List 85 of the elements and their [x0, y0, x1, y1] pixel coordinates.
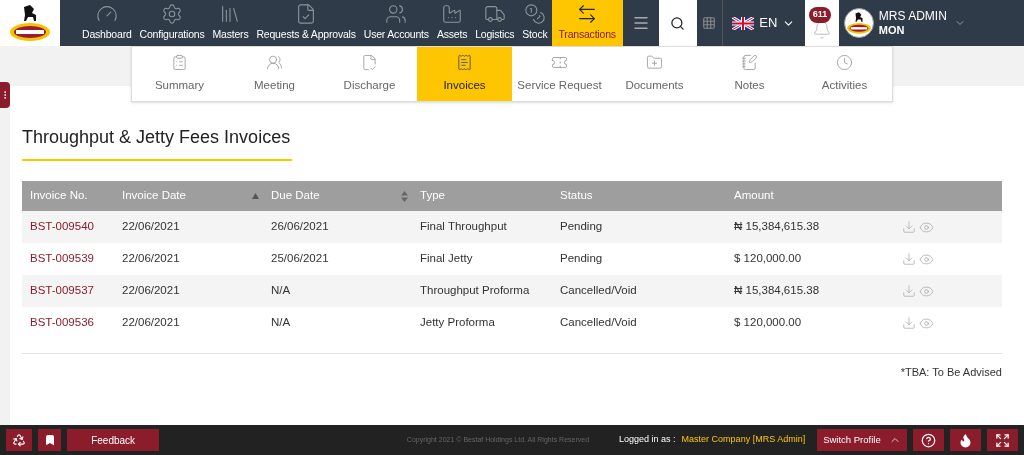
flame-button[interactable] [949, 429, 981, 451]
people-icon [266, 53, 283, 71]
document-icon [361, 53, 378, 71]
search-button[interactable] [658, 0, 697, 46]
help-button[interactable] [912, 429, 944, 451]
logo-icon [8, 3, 52, 43]
switch-profile-button[interactable]: Switch Profile [817, 429, 907, 451]
bookmark-icon [43, 434, 56, 446]
table-cell: N/A [271, 316, 291, 329]
user-name: MRS ADMIN [878, 9, 947, 24]
table-cell: 22/06/2021 [122, 316, 180, 329]
table-cell: Pending [560, 252, 603, 265]
table-cell: Cancelled/Void [560, 284, 637, 297]
table-cell: ₦ 15,384,615.38 [734, 220, 820, 233]
nav-tab[interactable]: Dashboard [78, 0, 136, 46]
nav-tab[interactable]: Stock [518, 0, 552, 46]
grid-icon [702, 16, 717, 30]
table-cell: ₦ 15,384,615.38 [734, 284, 820, 297]
nav-tab[interactable]: Assets [432, 0, 472, 46]
table-cell: Jetty Proforma [420, 316, 495, 329]
table-cell: $ 120,000.00 [734, 316, 802, 329]
table-cell: N/A [271, 284, 291, 297]
bookmark-button[interactable] [37, 429, 62, 451]
nav-tab[interactable]: Requests & Approvals [252, 0, 360, 46]
user-role: MON [878, 23, 905, 37]
table-cell: 22/06/2021 [122, 252, 180, 265]
nav-tab[interactable]: Logistics [471, 0, 519, 46]
table-cell: 25/06/2021 [271, 252, 329, 265]
logo-tile[interactable] [0, 0, 60, 46]
nav-tab[interactable]: User Accounts [359, 0, 433, 46]
users-icon [385, 3, 408, 26]
page-title: Throughput & Jetty Fees Invoices [22, 124, 293, 161]
notification-count: 611 [808, 7, 832, 23]
nav-tab[interactable]: Configurations [135, 0, 209, 46]
table-cell: Throughput Proforma [420, 284, 530, 297]
language-selector[interactable]: EN [722, 0, 805, 46]
sub-tab[interactable]: Service Request [512, 47, 607, 101]
nav-tab[interactable]: Transactions [551, 0, 623, 46]
invoice-link[interactable]: BST-009536 [30, 316, 94, 329]
notes-icon [741, 53, 758, 71]
clipboard-icon [171, 53, 188, 71]
invoice-link[interactable]: BST-009539 [30, 252, 94, 265]
invoice-link[interactable]: BST-009537 [30, 284, 94, 297]
clock-icon [836, 53, 853, 71]
search-icon [670, 15, 686, 31]
nav-tab[interactable]: Masters [208, 0, 253, 46]
sub-tab[interactable]: Notes [702, 47, 797, 101]
user-menu[interactable]: MRS ADMIN MON [838, 0, 1024, 46]
logged-in-company: Master Company [MRS Admin] [681, 433, 806, 447]
avatar [843, 8, 874, 38]
table-cell: 22/06/2021 [122, 284, 180, 297]
flame-icon [957, 432, 973, 448]
side-handle[interactable] [0, 82, 10, 108]
footnote: *TBA: To Be Advised [900, 365, 1002, 380]
sub-tab[interactable]: Activities [797, 47, 892, 101]
table-cell: Cancelled/Void [560, 316, 637, 329]
sub-tab[interactable]: Documents [607, 47, 702, 101]
bell-icon [811, 20, 832, 40]
logged-in-label: Logged in as : [619, 433, 676, 447]
coins-icon [523, 3, 546, 26]
feedback-button[interactable]: Feedback [67, 429, 159, 451]
sub-tab[interactable]: Meeting [227, 47, 322, 101]
recycle-icon [11, 433, 26, 447]
table-cell: Final Throughput [420, 220, 507, 233]
help-icon [920, 432, 936, 448]
sub-tab[interactable]: Invoices [417, 47, 512, 101]
flag-icon [732, 16, 755, 30]
sub-tab[interactable]: Discharge [322, 47, 417, 101]
notifications-button[interactable]: 611 [804, 0, 839, 46]
sort-ascending-icon[interactable] [252, 193, 259, 199]
fullscreen-icon [994, 432, 1010, 448]
receipt-icon [456, 53, 473, 71]
table-cell: $ 120,000.00 [734, 252, 802, 265]
fullscreen-button[interactable] [986, 429, 1018, 451]
factory-icon [441, 3, 464, 26]
folder-icon [646, 53, 663, 71]
table-cell: 22/06/2021 [122, 220, 180, 233]
menu-icon [631, 14, 650, 32]
table-cell: 26/06/2021 [271, 220, 329, 233]
sub-tab[interactable]: Summary [132, 47, 227, 101]
invoice-link[interactable]: BST-009540 [30, 220, 94, 233]
recycle-button[interactable] [6, 429, 32, 451]
gear-icon [161, 3, 184, 26]
table-cell: Pending [560, 220, 603, 233]
table-cell: Final Jetty [420, 252, 473, 265]
